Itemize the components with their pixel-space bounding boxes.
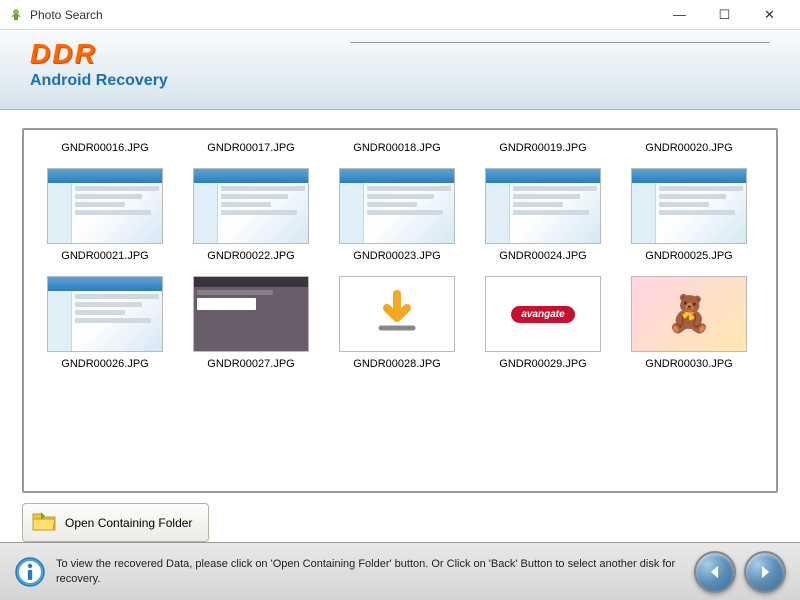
file-name: GNDR00020.JPG <box>618 142 760 154</box>
file-thumbnail <box>47 168 163 244</box>
file-item[interactable]: GNDR00020.JPG <box>616 138 762 164</box>
folder-icon <box>31 510 57 535</box>
forward-button[interactable] <box>744 551 786 593</box>
minimize-button[interactable]: — <box>657 1 702 29</box>
content-area: GNDR00016.JPG GNDR00017.JPG GNDR00018.JPG G… <box>0 110 800 550</box>
file-item[interactable]: GNDR00017.JPG <box>178 138 324 164</box>
file-item[interactable]: GNDR00028.JPG <box>324 272 470 380</box>
file-item[interactable]: avangate GNDR00029.JPG <box>470 272 616 380</box>
footer-bar: To view the recovered Data, please click… <box>0 542 800 600</box>
nav-buttons <box>694 551 786 593</box>
file-name: GNDR00029.JPG <box>472 358 614 370</box>
file-name: GNDR00018.JPG <box>326 142 468 154</box>
file-name: GNDR00027.JPG <box>180 358 322 370</box>
file-thumbnail: avangate <box>485 276 601 352</box>
file-name: GNDR00028.JPG <box>326 358 468 370</box>
file-item[interactable]: GNDR00024.JPG <box>470 164 616 272</box>
close-button[interactable]: ✕ <box>747 1 792 29</box>
maximize-button[interactable]: ☐ <box>702 1 747 29</box>
file-name: GNDR00030.JPG <box>618 358 760 370</box>
file-item[interactable]: GNDR00021.JPG <box>32 164 178 272</box>
window-controls: — ☐ ✕ <box>657 1 792 29</box>
file-item[interactable]: GNDR00027.JPG <box>178 272 324 380</box>
info-icon <box>14 556 46 588</box>
title-bar: Photo Search — ☐ ✕ <box>0 0 800 30</box>
file-thumbnail <box>193 168 309 244</box>
results-panel[interactable]: GNDR00016.JPG GNDR00017.JPG GNDR00018.JPG G… <box>22 128 778 493</box>
file-name: GNDR00022.JPG <box>180 250 322 262</box>
footer-hint: To view the recovered Data, please click… <box>56 557 694 587</box>
file-name: GNDR00017.JPG <box>180 142 322 154</box>
file-name: GNDR00025.JPG <box>618 250 760 262</box>
open-containing-folder-button[interactable]: Open Containing Folder <box>22 503 209 542</box>
file-thumbnail <box>339 168 455 244</box>
app-subtitle: Android Recovery <box>30 72 770 90</box>
file-thumbnail <box>631 168 747 244</box>
file-thumbnail: 🧸 <box>631 276 747 352</box>
file-item[interactable]: GNDR00018.JPG <box>324 138 470 164</box>
header-banner: DDR Android Recovery <box>0 30 800 110</box>
file-thumbnail <box>47 276 163 352</box>
file-name: GNDR00016.JPG <box>34 142 176 154</box>
file-item[interactable]: GNDR00023.JPG <box>324 164 470 272</box>
file-item[interactable]: 🧸 GNDR00030.JPG <box>616 272 762 380</box>
file-name: GNDR00019.JPG <box>472 142 614 154</box>
back-button[interactable] <box>694 551 736 593</box>
file-name: GNDR00026.JPG <box>34 358 176 370</box>
file-thumbnail <box>193 276 309 352</box>
file-name: GNDR00023.JPG <box>326 250 468 262</box>
window-title: Photo Search <box>30 8 657 22</box>
app-icon <box>8 7 24 23</box>
file-thumbnail <box>339 276 455 352</box>
file-item[interactable]: GNDR00026.JPG <box>32 272 178 380</box>
header-divider <box>350 42 770 43</box>
file-grid: GNDR00016.JPG GNDR00017.JPG GNDR00018.JPG G… <box>32 138 776 380</box>
file-thumbnail <box>485 168 601 244</box>
file-item[interactable]: GNDR00025.JPG <box>616 164 762 272</box>
open-folder-label: Open Containing Folder <box>65 516 192 530</box>
file-name: GNDR00024.JPG <box>472 250 614 262</box>
file-item[interactable]: GNDR00016.JPG <box>32 138 178 164</box>
file-item[interactable]: GNDR00022.JPG <box>178 164 324 272</box>
file-name: GNDR00021.JPG <box>34 250 176 262</box>
file-item[interactable]: GNDR00019.JPG <box>470 138 616 164</box>
